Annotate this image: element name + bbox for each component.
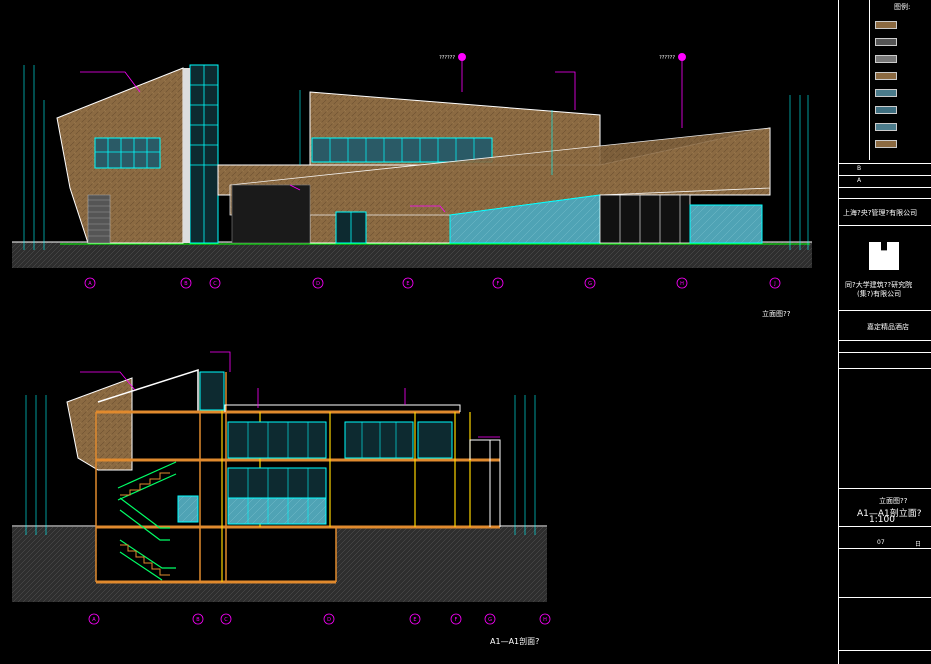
grid-label: F xyxy=(455,617,458,623)
section-drawing: A B C D E F G H A1—A1剖面? xyxy=(12,351,551,646)
legend-swatch xyxy=(875,89,897,97)
project-name: 嘉定精品酒店 xyxy=(867,323,909,331)
grid-label: D xyxy=(327,617,331,623)
grid-label: B xyxy=(196,617,200,623)
elevation-caption: 立面图?? xyxy=(762,309,791,318)
legend-swatch xyxy=(875,106,897,114)
legend-swatch xyxy=(875,72,897,80)
legend-swatch xyxy=(875,123,897,131)
institute-line-2: (集?)有限公司 xyxy=(857,290,902,298)
grid-label: H xyxy=(543,617,547,623)
legend-swatch xyxy=(875,55,897,63)
cad-viewport[interactable]: ?????? ?????? ABCDEFGHJ 立面图?? A B C D E … xyxy=(0,0,931,664)
elevation-drawing: ?????? ?????? A B C D E F G H J 立面图?? xyxy=(12,53,812,318)
rev-a: A xyxy=(857,177,862,184)
grid-label: F xyxy=(497,281,500,287)
grid-label: A xyxy=(92,617,96,623)
grid-label: G xyxy=(588,281,592,287)
grid-label: E xyxy=(413,617,416,623)
legend-swatch xyxy=(875,38,897,46)
owner-name: 上海?央?管理?有限公司 xyxy=(843,209,918,217)
legend-title: 图例: xyxy=(894,3,911,11)
sheet-number: 07 xyxy=(877,539,885,546)
institute-logo xyxy=(869,242,899,270)
date-code: 日 xyxy=(915,541,922,548)
section-caption: A1—A1剖面? xyxy=(490,636,539,646)
rev-b: B xyxy=(857,165,862,172)
section-glazing xyxy=(177,371,453,525)
grid-label: J xyxy=(773,281,775,287)
grid-axis-bottom: A B C D E F G H xyxy=(88,613,551,625)
grid-axis-top: ABCDEFGHJ xyxy=(84,277,781,289)
grid-label: B xyxy=(184,281,188,287)
grid-label: C xyxy=(213,281,217,287)
grid-label: E xyxy=(406,281,409,287)
legend-swatches xyxy=(875,12,897,148)
drawing-scale: 1:100 xyxy=(869,515,895,525)
title-block: 图例: B A 上海?央?管理?有限公司 同?大学建筑??研究院 (集?)有限公… xyxy=(838,0,931,664)
cad-drawing: ?????? ?????? A B C D E F G H J 立面图?? A B C D E … xyxy=(12,53,812,646)
grid-label: D xyxy=(316,281,320,287)
ground-hatch xyxy=(12,242,812,268)
legend-swatch xyxy=(875,21,897,29)
drawing-title-1: 立面图?? xyxy=(879,497,908,505)
grid-label: H xyxy=(680,281,684,287)
callout-1: ?????? xyxy=(439,55,455,61)
grid-label: A xyxy=(88,281,92,287)
grid-label: G xyxy=(488,617,492,623)
grid-label: C xyxy=(224,617,228,623)
legend-swatch xyxy=(875,140,897,148)
callout-2: ?????? xyxy=(659,55,675,61)
section-left-wall xyxy=(66,377,133,471)
